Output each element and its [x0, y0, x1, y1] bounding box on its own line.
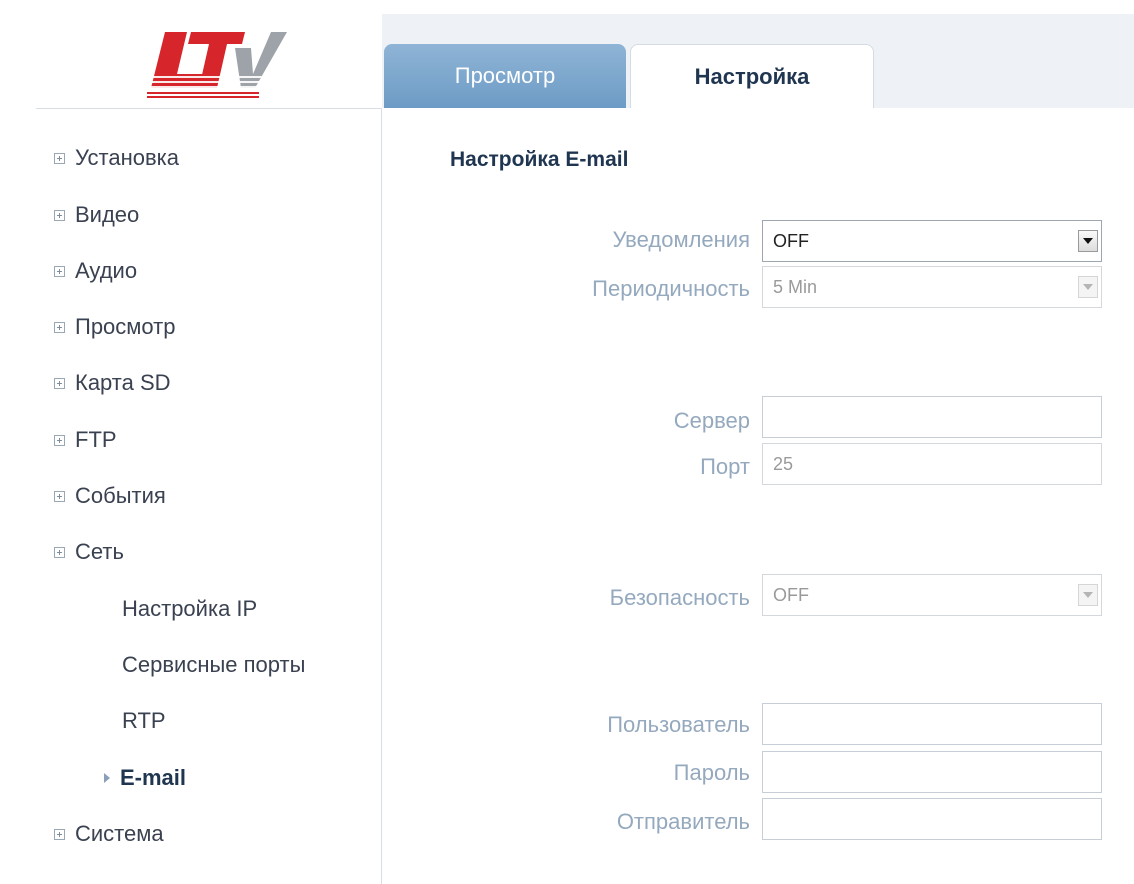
sidebar-item-label: Карта SD [75, 370, 171, 395]
expand-plus-icon [54, 546, 65, 558]
tab-view[interactable]: Просмотр [384, 44, 626, 108]
sender-input[interactable] [762, 798, 1102, 840]
expand-plus-icon [54, 434, 65, 446]
security-label: Безопасность [609, 585, 750, 610]
sidebar-item-label: FTP [75, 427, 117, 452]
expand-plus-icon [54, 152, 65, 164]
dropdown-button[interactable] [1078, 276, 1098, 298]
security-value: OFF [773, 584, 809, 605]
dropdown-button[interactable] [1078, 230, 1098, 252]
sidebar-item-system[interactable]: Система [54, 814, 164, 854]
password-label: Пароль [673, 760, 750, 785]
sidebar-item-ftp[interactable]: FTP [54, 420, 117, 460]
tab-settings[interactable]: Настройка [630, 44, 874, 108]
sidebar-item-view[interactable]: Просмотр [54, 307, 175, 347]
sidebar-item-label: Просмотр [75, 314, 176, 339]
expand-plus-icon [54, 265, 65, 277]
dropdown-button[interactable] [1078, 584, 1098, 606]
port-input[interactable] [762, 443, 1102, 485]
sidebar-item-label: Установка [75, 145, 179, 170]
sidebar-item-network[interactable]: Сеть [54, 532, 124, 572]
section-title: Настройка E-mail [450, 148, 629, 171]
sidebar-subitem-service-ports[interactable]: Сервисные порты [122, 645, 305, 685]
expand-plus-icon [54, 321, 65, 333]
period-value: 5 Min [773, 276, 818, 297]
sidebar-item-label: Аудио [75, 258, 138, 283]
sidebar-item-sd-card[interactable]: Карта SD [54, 363, 171, 403]
sidebar-subitem-ip-settings[interactable]: Настройка IP [122, 589, 257, 629]
notifications-value: OFF [773, 230, 809, 251]
sidebar-subitem-label: E-mail [120, 765, 187, 790]
expand-plus-icon [54, 828, 65, 840]
sidebar-item-setup[interactable]: Установка [54, 138, 179, 178]
server-input[interactable] [762, 396, 1102, 438]
expand-plus-icon [54, 377, 65, 389]
period-select[interactable]: 5 Min [762, 266, 1102, 308]
sidebar-subitem-email[interactable]: E-mail [104, 758, 186, 798]
sidebar-item-label: Сеть [75, 539, 124, 564]
sidebar-subitem-rtp[interactable]: RTP [122, 701, 166, 741]
expand-plus-icon [54, 209, 65, 221]
app-frame: Просмотр Настройка Установка Видео Аудио… [0, 0, 1134, 884]
sidebar-item-events[interactable]: События [54, 476, 166, 516]
ltv-logo [147, 32, 287, 98]
sidebar-item-label: События [75, 483, 166, 508]
sidebar-item-label: Видео [75, 202, 140, 227]
sidebar-item-label: Система [75, 821, 164, 846]
sidebar-item-audio[interactable]: Аудио [54, 251, 137, 291]
server-label: Сервер [673, 408, 750, 433]
notifications-label: Уведомления [612, 227, 750, 252]
arrow-right-icon [104, 773, 110, 783]
security-select[interactable]: OFF [762, 574, 1102, 616]
password-input[interactable] [762, 751, 1102, 793]
sender-label: Отправитель [616, 809, 750, 834]
notifications-select[interactable]: OFF [762, 220, 1102, 262]
expand-plus-icon [54, 490, 65, 502]
port-label: Порт [700, 454, 750, 479]
chevron-down-icon [1083, 592, 1093, 598]
sidebar-item-video[interactable]: Видео [54, 195, 139, 235]
user-label: Пользователь [607, 712, 750, 737]
chevron-down-icon [1083, 238, 1093, 244]
period-label: Периодичность [592, 276, 750, 301]
chevron-down-icon [1083, 284, 1093, 290]
user-input[interactable] [762, 703, 1102, 745]
